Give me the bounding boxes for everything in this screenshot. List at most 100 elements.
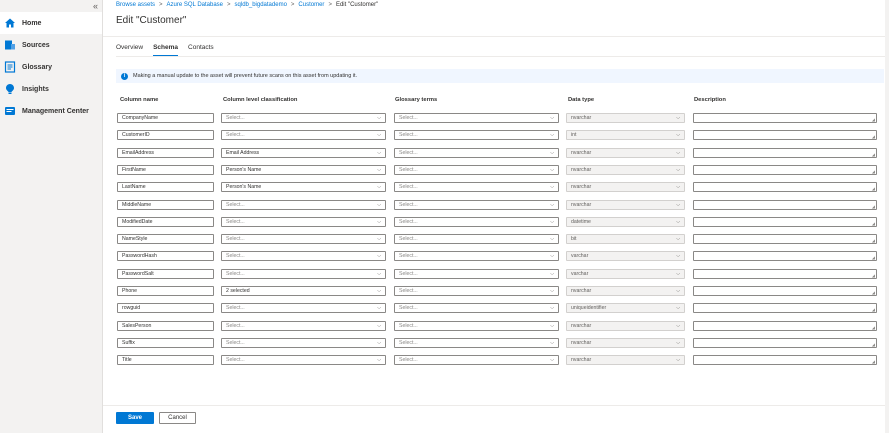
description-field[interactable]: ◢ xyxy=(693,200,877,210)
column-name-field[interactable]: CompanyName xyxy=(117,113,214,123)
resize-grip-icon[interactable]: ◢ xyxy=(872,221,875,226)
description-field[interactable]: ◢ xyxy=(693,113,877,123)
sidebar-item-sources[interactable]: Sources xyxy=(0,34,102,56)
data-type-dropdown[interactable]: nvarchar ⌵ xyxy=(566,286,685,296)
description-field[interactable]: ◢ xyxy=(693,355,877,365)
column-name-field[interactable]: rowguid xyxy=(117,303,214,313)
scrollbar[interactable] xyxy=(885,0,889,433)
resize-grip-icon[interactable]: ◢ xyxy=(872,307,875,312)
classification-dropdown[interactable]: Select... ⌵ xyxy=(221,355,386,365)
description-field[interactable]: ◢ xyxy=(693,217,877,227)
glossary-terms-dropdown[interactable]: Select... ⌵ xyxy=(394,200,559,210)
column-name-field[interactable]: Suffix xyxy=(117,338,214,348)
glossary-terms-dropdown[interactable]: Select... ⌵ xyxy=(394,234,559,244)
glossary-terms-dropdown[interactable]: Select... ⌵ xyxy=(394,165,559,175)
description-field[interactable]: ◢ xyxy=(693,148,877,158)
description-field[interactable]: ◢ xyxy=(693,165,877,175)
classification-dropdown[interactable]: Select... ⌵ xyxy=(221,251,386,261)
description-field[interactable]: ◢ xyxy=(693,182,877,192)
data-type-dropdown[interactable]: int ⌵ xyxy=(566,130,685,140)
data-type-dropdown[interactable]: varchar ⌵ xyxy=(566,269,685,279)
glossary-terms-dropdown[interactable]: Select... ⌵ xyxy=(394,217,559,227)
glossary-terms-dropdown[interactable]: Select... ⌵ xyxy=(394,269,559,279)
column-name-field[interactable]: CustomerID xyxy=(117,130,214,140)
description-field[interactable]: ◢ xyxy=(693,286,877,296)
breadcrumb-azure-sql[interactable]: Azure SQL Database xyxy=(167,2,223,8)
save-button[interactable]: Save xyxy=(116,412,154,424)
resize-grip-icon[interactable]: ◢ xyxy=(872,290,875,295)
resize-grip-icon[interactable]: ◢ xyxy=(872,134,875,139)
column-name-field[interactable]: EmailAddress xyxy=(117,148,214,158)
glossary-terms-dropdown[interactable]: Select... ⌵ xyxy=(394,148,559,158)
breadcrumb-browse-assets[interactable]: Browse assets xyxy=(116,2,155,8)
resize-grip-icon[interactable]: ◢ xyxy=(872,273,875,278)
breadcrumb-database[interactable]: sqldb_bigdatademo xyxy=(235,2,287,8)
resize-grip-icon[interactable]: ◢ xyxy=(872,169,875,174)
sidebar-item-home[interactable]: Home xyxy=(0,12,102,34)
glossary-terms-dropdown[interactable]: Select... ⌵ xyxy=(394,321,559,331)
glossary-terms-dropdown[interactable]: Select... ⌵ xyxy=(394,303,559,313)
glossary-terms-dropdown[interactable]: Select... ⌵ xyxy=(394,251,559,261)
data-type-dropdown[interactable]: nvarchar ⌵ xyxy=(566,200,685,210)
data-type-dropdown[interactable]: nvarchar ⌵ xyxy=(566,113,685,123)
data-type-dropdown[interactable]: uniqueidentifier ⌵ xyxy=(566,303,685,313)
data-type-dropdown[interactable]: datetime ⌵ xyxy=(566,217,685,227)
resize-grip-icon[interactable]: ◢ xyxy=(872,152,875,157)
data-type-dropdown[interactable]: bit ⌵ xyxy=(566,234,685,244)
glossary-terms-dropdown[interactable]: Select... ⌵ xyxy=(394,130,559,140)
classification-dropdown[interactable]: Select... ⌵ xyxy=(221,269,386,279)
description-field[interactable]: ◢ xyxy=(693,251,877,261)
data-type-dropdown[interactable]: nvarchar ⌵ xyxy=(566,355,685,365)
glossary-terms-dropdown[interactable]: Select... ⌵ xyxy=(394,338,559,348)
resize-grip-icon[interactable]: ◢ xyxy=(872,186,875,191)
breadcrumb-customer[interactable]: Customer xyxy=(298,2,324,8)
description-field[interactable]: ◢ xyxy=(693,321,877,331)
classification-dropdown[interactable]: Select... ⌵ xyxy=(221,200,386,210)
resize-grip-icon[interactable]: ◢ xyxy=(872,325,875,330)
column-name-field[interactable]: SalesPerson xyxy=(117,321,214,331)
classification-dropdown[interactable]: 2 selected ⌵ xyxy=(221,286,386,296)
classification-dropdown[interactable]: Person's Name ⌵ xyxy=(221,182,386,192)
data-type-dropdown[interactable]: varchar ⌵ xyxy=(566,251,685,261)
column-name-field[interactable]: FirstName xyxy=(117,165,214,175)
column-name-field[interactable]: Title xyxy=(117,355,214,365)
collapse-sidebar-icon[interactable]: « xyxy=(93,1,98,11)
data-type-dropdown[interactable]: nvarchar ⌵ xyxy=(566,321,685,331)
column-name-field[interactable]: ModifiedDate xyxy=(117,217,214,227)
classification-dropdown[interactable]: Select... ⌵ xyxy=(221,113,386,123)
description-field[interactable]: ◢ xyxy=(693,234,877,244)
glossary-terms-dropdown[interactable]: Select... ⌵ xyxy=(394,355,559,365)
description-field[interactable]: ◢ xyxy=(693,269,877,279)
data-type-dropdown[interactable]: nvarchar ⌵ xyxy=(566,338,685,348)
data-type-dropdown[interactable]: nvarchar ⌵ xyxy=(566,182,685,192)
cancel-button[interactable]: Cancel xyxy=(159,412,196,424)
sidebar-item-insights[interactable]: Insights xyxy=(0,78,102,100)
sidebar-item-management-center[interactable]: Management Center xyxy=(0,100,102,122)
resize-grip-icon[interactable]: ◢ xyxy=(872,342,875,347)
column-name-field[interactable]: PasswordSalt xyxy=(117,269,214,279)
data-type-dropdown[interactable]: nvarchar ⌵ xyxy=(566,165,685,175)
glossary-terms-dropdown[interactable]: Select... ⌵ xyxy=(394,113,559,123)
glossary-terms-dropdown[interactable]: Select... ⌵ xyxy=(394,182,559,192)
resize-grip-icon[interactable]: ◢ xyxy=(872,359,875,364)
resize-grip-icon[interactable]: ◢ xyxy=(872,238,875,243)
classification-dropdown[interactable]: Select... ⌵ xyxy=(221,217,386,227)
description-field[interactable]: ◢ xyxy=(693,303,877,313)
column-name-field[interactable]: LastName xyxy=(117,182,214,192)
classification-dropdown[interactable]: Select... ⌵ xyxy=(221,303,386,313)
resize-grip-icon[interactable]: ◢ xyxy=(872,204,875,209)
classification-dropdown[interactable]: Select... ⌵ xyxy=(221,234,386,244)
column-name-field[interactable]: Phone xyxy=(117,286,214,296)
column-name-field[interactable]: NameStyle xyxy=(117,234,214,244)
classification-dropdown[interactable]: Person's Name ⌵ xyxy=(221,165,386,175)
resize-grip-icon[interactable]: ◢ xyxy=(872,117,875,122)
classification-dropdown[interactable]: Select... ⌵ xyxy=(221,338,386,348)
column-name-field[interactable]: MiddleName xyxy=(117,200,214,210)
resize-grip-icon[interactable]: ◢ xyxy=(872,255,875,260)
glossary-terms-dropdown[interactable]: Select... ⌵ xyxy=(394,286,559,296)
description-field[interactable]: ◢ xyxy=(693,338,877,348)
column-name-field[interactable]: PasswordHash xyxy=(117,251,214,261)
data-type-dropdown[interactable]: nvarchar ⌵ xyxy=(566,148,685,158)
classification-dropdown[interactable]: Email Address ⌵ xyxy=(221,148,386,158)
sidebar-item-glossary[interactable]: Glossary xyxy=(0,56,102,78)
